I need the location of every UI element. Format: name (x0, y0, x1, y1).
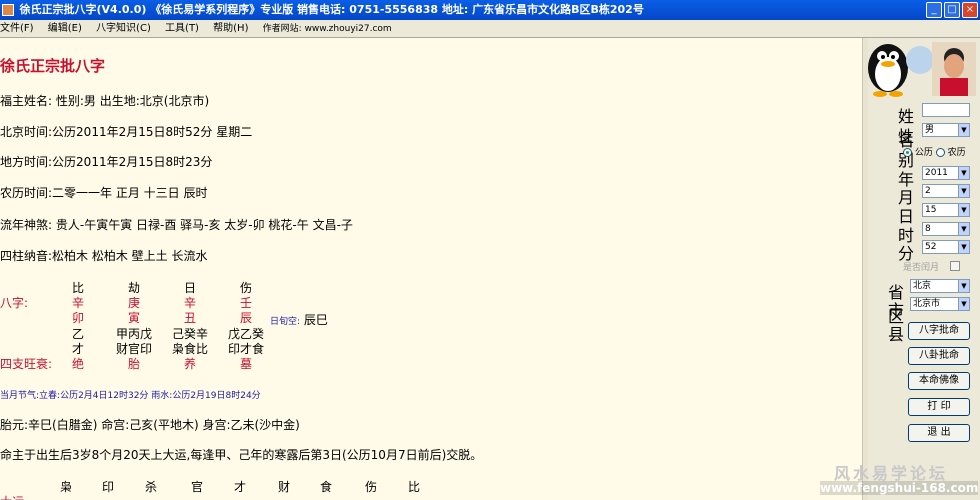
chevron-down-icon: ▼ (958, 185, 969, 197)
chevron-down-icon: ▼ (958, 298, 969, 310)
minute-select[interactable]: 52 ▼ (922, 240, 970, 254)
gender-select[interactable]: 男 ▼ (922, 123, 970, 137)
province-select[interactable]: 北京 ▼ (910, 279, 970, 293)
print-button[interactable]: 打 印 (908, 398, 970, 416)
watermark-url: www.fengshui-168.com (820, 481, 979, 495)
province-value: 北京 (913, 281, 932, 291)
report-area: 徐氏正宗批八字 福主姓名: 性别:男 出生地:北京(北京市) 北京时间:公历20… (0, 38, 862, 500)
dayun-god: 枭 (59, 480, 72, 494)
maximize-button[interactable]: □ (944, 2, 960, 18)
vertical-scrollbar[interactable] (862, 38, 868, 500)
chevron-down-icon: ▼ (958, 204, 969, 216)
solar-label: 公历 (914, 148, 933, 158)
bagua-reading-button[interactable]: 八卦批命 (908, 347, 970, 365)
month-select[interactable]: 2 ▼ (922, 184, 970, 198)
lunar-label: 农历 (947, 148, 966, 158)
xunkong-label: 日旬空: (270, 317, 301, 327)
close-button[interactable]: × (962, 2, 978, 18)
dayun-god: 伤 (364, 480, 377, 494)
pillar-day-branch: 丑 (183, 311, 196, 325)
jieqi-line: 当月节气:立春:公历2月4日12时32分 雨水:公历2月19日8时24分 (0, 391, 261, 401)
bazi-label: 八字: (0, 296, 29, 310)
leap-month-checkbox[interactable] (950, 261, 960, 271)
xunkong-value: 辰巳 (303, 313, 328, 327)
menu-edit[interactable]: 编辑(E) (48, 23, 82, 34)
dayun-god: 比 (407, 480, 420, 494)
xunkong: 日旬空: 辰巳 (270, 311, 328, 328)
dayun-god: 杀 (144, 480, 157, 494)
pillar-year-branch: 卯 (71, 311, 84, 325)
dayun-god: 食 (319, 480, 332, 494)
app-icon (2, 4, 14, 16)
chevron-down-icon: ▼ (958, 241, 969, 253)
city-value: 北京市 (913, 299, 941, 309)
menu-author-website[interactable]: 作者网站: www.zhouyi27.com (263, 24, 392, 34)
menu-bazi-knowledge[interactable]: 八字知识(C) (96, 23, 151, 34)
local-time-line: 地方时间:公历2011年2月15日8时23分 (0, 155, 213, 169)
lunar-time-line: 农历时间:二零一一年 正月 十三日 辰时 (0, 186, 208, 200)
title-bar: 徐氏正宗批八字(V4.0.0) 《徐氏易学系列程序》专业版 销售电话: 0751… (0, 0, 980, 20)
watermark: 风水易学论坛 www.fengshui-168.com (820, 460, 980, 500)
city-label: 市县 (887, 301, 904, 344)
pillar-hour-branch: 辰 (239, 311, 252, 325)
taiyuan-line: 胎元:辛巳(白腊金) 命宫:己亥(平地木) 身宫:乙未(沙中金) (0, 418, 300, 432)
calendar-type: 公历 农历 (903, 145, 966, 158)
hour-select[interactable]: 8 ▼ (922, 222, 970, 236)
menu-bar: 文件(F) 编辑(E) 八字知识(C) 工具(T) 帮助(H) 作者网站: ww… (0, 20, 980, 38)
menu-help[interactable]: 帮助(H) (213, 23, 248, 34)
gender-value: 男 (925, 125, 935, 135)
hour-value: 8 (925, 224, 931, 234)
day-select[interactable]: 15 ▼ (922, 203, 970, 217)
solar-radio[interactable] (903, 148, 912, 157)
nayin-line: 四柱纳音:松柏木 松柏木 壁上土 长流水 (0, 249, 208, 263)
beijing-time-line: 北京时间:公历2011年2月15日8时52分 星期二 (0, 125, 253, 139)
minute-value: 52 (925, 242, 937, 252)
dayun-label: 大运 (0, 493, 24, 500)
name-input[interactable] (922, 103, 970, 117)
dayun-note: 命主于出生后3岁8个月20天上大运,每逢甲、己年的寒露后第3日(公历10月7日前… (0, 448, 483, 462)
penguin-mascot-icon (868, 42, 976, 97)
buddha-image-button[interactable]: 本命佛像 (908, 372, 970, 390)
window-title: 徐氏正宗批八字(V4.0.0) 《徐氏易学系列程序》专业版 销售电话: 0751… (19, 3, 644, 16)
minimize-button[interactable]: _ (926, 2, 942, 18)
menu-tools[interactable]: 工具(T) (165, 23, 199, 34)
day-value: 15 (925, 205, 937, 215)
exit-button[interactable]: 退 出 (908, 424, 970, 442)
dayun-god: 官 (190, 480, 203, 494)
pillar-hour-state: 墓 (239, 357, 252, 371)
dayun-god: 印 (101, 480, 114, 494)
bazi-reading-button[interactable]: 八字批命 (908, 322, 970, 340)
year-value: 2011 (925, 168, 948, 178)
pillar-year-state: 绝 (71, 357, 84, 371)
chevron-down-icon: ▼ (958, 167, 969, 179)
chevron-down-icon: ▼ (958, 124, 969, 136)
pillar-month-branch: 寅 (127, 311, 140, 325)
report-title: 徐氏正宗批八字 (0, 57, 106, 75)
chevron-down-icon: ▼ (958, 223, 969, 235)
month-value: 2 (925, 186, 931, 196)
avatar-area (866, 38, 978, 98)
owner-line: 福主姓名: 性别:男 出生地:北京(北京市) (0, 94, 210, 108)
app-window: 徐氏正宗批八字(V4.0.0) 《徐氏易学系列程序》专业版 销售电话: 0751… (0, 0, 980, 500)
twelve-state-label: 四支旺衰: (0, 357, 53, 371)
pillar-day-state: 养 (183, 357, 196, 371)
menu-file[interactable]: 文件(F) (0, 23, 34, 34)
year-select[interactable]: 2011 ▼ (922, 166, 970, 180)
pillar-month-state: 胎 (127, 357, 140, 371)
lunar-radio[interactable] (935, 148, 945, 157)
dayun-god: 才 (233, 480, 246, 494)
shensha-line: 流年神煞: 贵人-午寅午寅 日禄-酉 驿马-亥 太岁-卯 桃花-午 文昌-子 (0, 218, 353, 232)
dayun-god: 财 (277, 480, 290, 494)
city-select[interactable]: 北京市 ▼ (910, 297, 970, 311)
leap-month-label: 是否闰月 (903, 263, 940, 273)
chevron-down-icon: ▼ (958, 280, 969, 292)
